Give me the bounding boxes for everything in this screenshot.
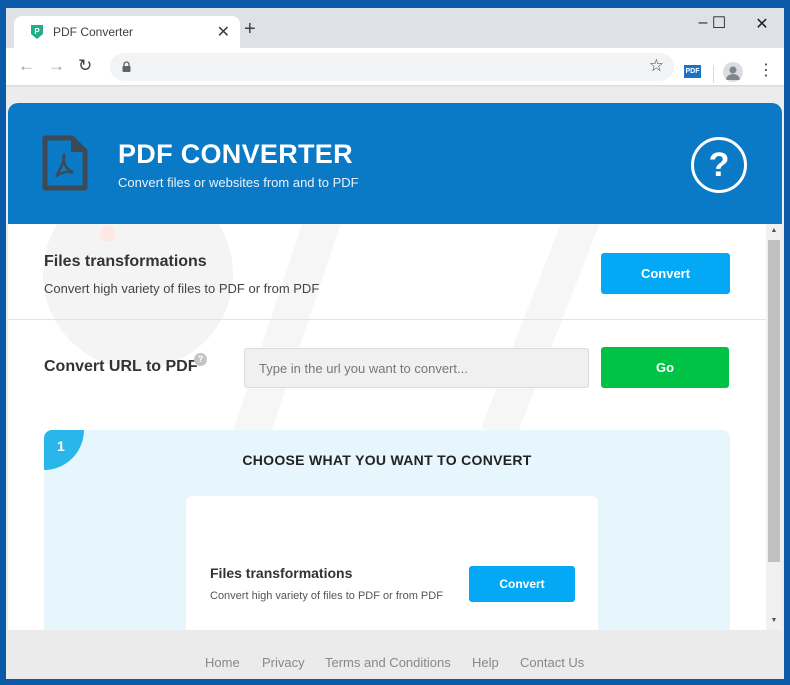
section-divider [8,319,766,320]
files-convert-button[interactable]: Convert [601,253,730,294]
files-section-title: Files transformations [44,253,207,270]
bookmark-star-icon[interactable]: ☆ [649,56,664,76]
help-question-icon[interactable]: ? [691,137,747,193]
reload-button[interactable]: ↻ [78,56,92,76]
step-panel: 1 CHOOSE WHAT YOU WANT TO CONVERT Files … [44,430,730,630]
scrollbar-thumb[interactable] [768,240,780,562]
profile-avatar-icon[interactable] [723,62,743,82]
page-scrollbar[interactable]: ▲ ▼ [766,224,782,630]
url-help-icon[interactable]: ? [194,353,207,366]
site-title: PDF CONVERTER [118,139,353,169]
forward-button[interactable]: → [48,56,65,76]
pdf-file-icon [42,135,88,191]
page-viewport: PDF CONVERTER Convert files or websites … [6,87,784,679]
site-header: PDF CONVERTER Convert files or websites … [8,103,782,224]
main-content: Files transformations Convert high varie… [8,224,766,630]
tab-title: PDF Converter [53,25,134,39]
conversion-option-card: Files transformations Convert high varie… [186,496,598,630]
address-bar[interactable]: ☆ [110,53,674,81]
svg-text:P: P [34,27,40,36]
back-button[interactable]: ← [18,56,35,76]
tab-close-icon[interactable]: ✕ [217,22,230,42]
pdf-extension-icon[interactable]: PDF [684,65,701,78]
footer-link-contact[interactable]: Contact Us [520,655,584,670]
footer-link-home[interactable]: Home [205,655,240,670]
browser-toolbar: ← → ↻ ☆ PDF ⋮ [6,48,784,86]
toolbar-divider [713,65,714,83]
card-title: Files transformations [210,565,353,581]
browser-window: P PDF Converter ✕ + – ☐ ✕ ← → ↻ ☆ PDF ⋮ [6,8,784,679]
card-description: Convert high variety of files to PDF or … [210,590,443,602]
url-section-title: Convert URL to PDF [44,358,198,375]
url-input[interactable] [244,348,589,388]
site-subtitle: Convert files or websites from and to PD… [118,175,359,190]
scroll-down-arrow-icon[interactable]: ▼ [766,614,782,628]
lock-icon [122,61,131,72]
browser-menu-icon[interactable]: ⋮ [758,61,774,81]
new-tab-button[interactable]: + [244,19,256,39]
go-button[interactable]: Go [601,347,729,388]
tab-strip: P PDF Converter ✕ + – ☐ ✕ [6,8,784,48]
site-footer: Home Privacy Terms and Conditions Help C… [8,630,782,679]
pdf-converter-favicon-icon: P [31,25,43,39]
footer-link-terms[interactable]: Terms and Conditions [325,655,451,670]
footer-link-privacy[interactable]: Privacy [262,655,305,670]
footer-link-help[interactable]: Help [472,655,499,670]
step-title: CHOOSE WHAT YOU WANT TO CONVERT [242,452,532,468]
card-convert-button[interactable]: Convert [469,566,575,602]
files-section-description: Convert high variety of files to PDF or … [44,281,320,296]
tab-pdf-converter[interactable]: P PDF Converter ✕ [14,16,240,48]
maximize-button[interactable]: ☐ [704,13,734,33]
scroll-up-arrow-icon[interactable]: ▲ [766,224,782,238]
close-window-button[interactable]: ✕ [747,14,777,34]
